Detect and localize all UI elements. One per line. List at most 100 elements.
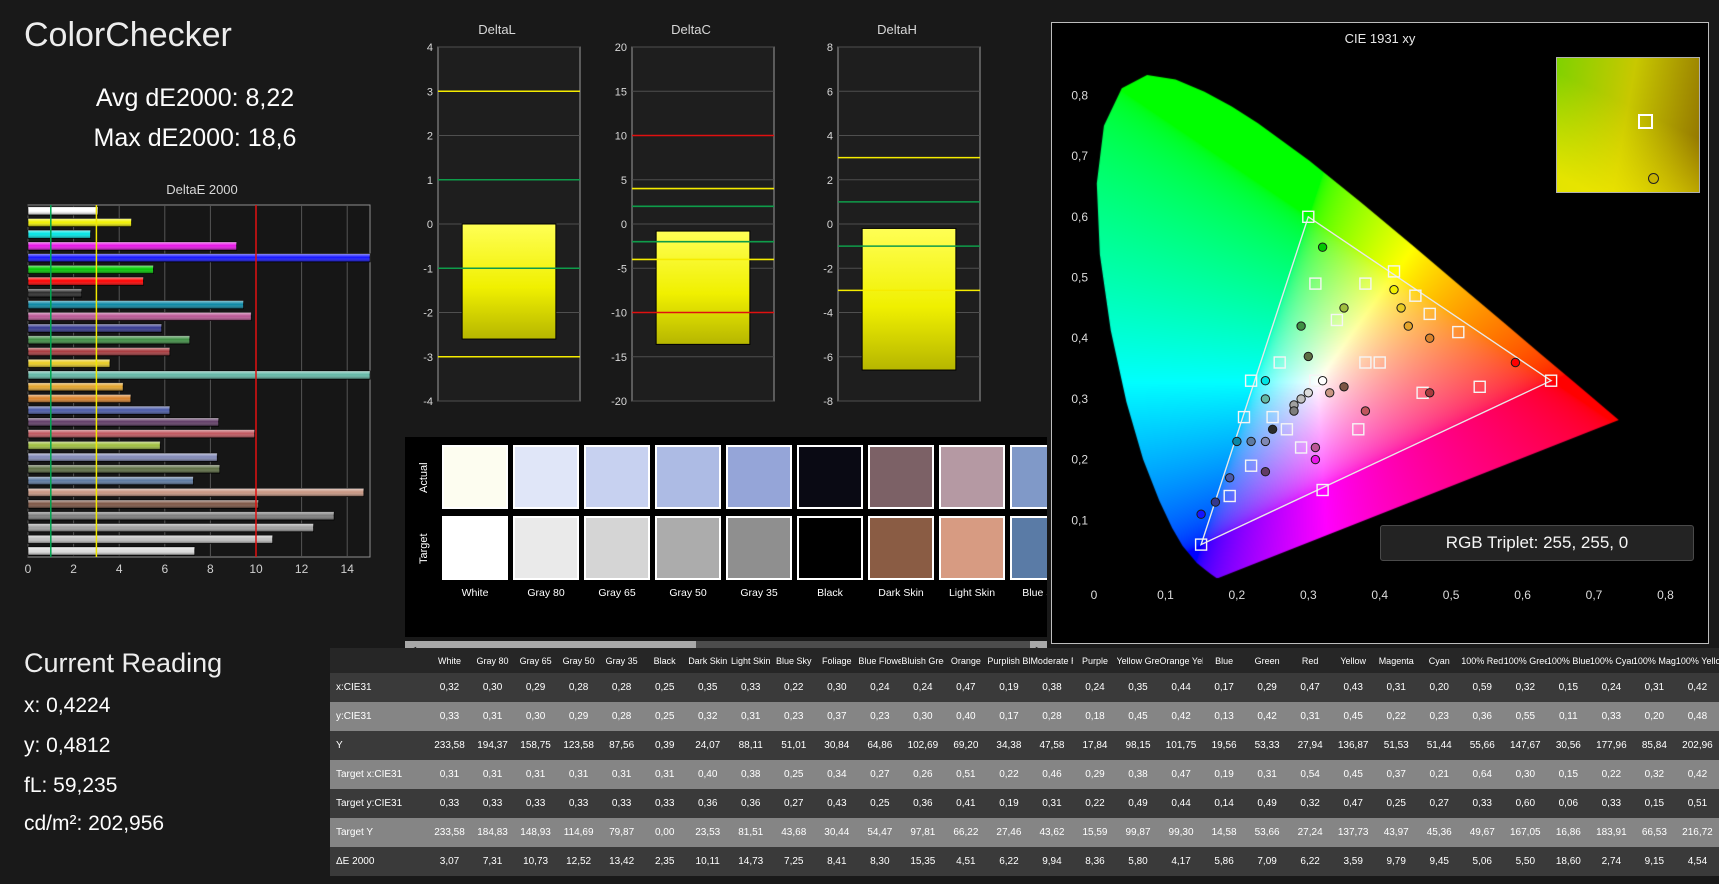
svg-text:-5: -5 [617, 263, 627, 275]
target-swatch [868, 516, 934, 580]
svg-text:4: 4 [116, 562, 123, 576]
table-column-header: Gray 65 [514, 648, 557, 673]
table-cell: 23,53 [686, 818, 729, 847]
table-cell: 0,22 [1590, 760, 1633, 789]
table-column-header: Gray 80 [471, 648, 514, 673]
actual-swatch [655, 445, 721, 509]
table-cell: 16,86 [1547, 818, 1590, 847]
swatch-name-label: Gray 50 [655, 587, 721, 609]
table-cell: 147,67 [1504, 731, 1547, 760]
table-cell: 0,22 [1375, 702, 1418, 731]
table-column-header: Purplish Blue [987, 648, 1030, 673]
avg-de2000-value: Avg dE2000: 8,22 [0, 84, 390, 113]
table-cell: 0,54 [1289, 760, 1332, 789]
table-cell: 0,25 [643, 702, 686, 731]
svg-text:0: 0 [1091, 588, 1098, 602]
table-cell: 0,23 [858, 702, 901, 731]
cie-1931-panel: CIE 1931 xy 00,10,20,30,40,50,60,70,80,1… [1051, 22, 1709, 644]
table-cell: 0,21 [1418, 760, 1461, 789]
table-cell: 0,28 [600, 702, 643, 731]
table-column-header: White [428, 648, 471, 673]
table-column-header: 100% Red [1461, 648, 1504, 673]
table-column-header: Moderate Red [1030, 648, 1073, 673]
svg-text:20: 20 [615, 42, 627, 54]
table-cell: 8,41 [815, 847, 858, 876]
table-cell: 0,33 [428, 702, 471, 731]
table-row: Target y:CIE310,330,330,330,330,330,330,… [330, 789, 1719, 818]
table-cell: 0,64 [1461, 760, 1504, 789]
table-cell: 3,07 [428, 847, 471, 876]
table-cell: 55,66 [1461, 731, 1504, 760]
table-cell: 0,31 [643, 760, 686, 789]
table-cell: 202,96 [1676, 731, 1719, 760]
svg-text:0,1: 0,1 [1157, 588, 1174, 602]
target-swatch [513, 516, 579, 580]
table-cell: 0,28 [557, 673, 600, 702]
table-cell: 10,73 [514, 847, 557, 876]
svg-text:1: 1 [427, 175, 433, 187]
table-cell: 0,42 [1676, 760, 1719, 789]
table-cell: 13,42 [600, 847, 643, 876]
svg-text:0,8: 0,8 [1657, 588, 1674, 602]
table-cell: 66,53 [1633, 818, 1676, 847]
table-cell: 0,49 [1246, 789, 1289, 818]
table-cell: 54,47 [858, 818, 901, 847]
table-cell: 0,36 [686, 789, 729, 818]
table-cell: 0,31 [557, 760, 600, 789]
svg-text:8: 8 [827, 42, 833, 54]
table-cell: 43,97 [1375, 818, 1418, 847]
table-cell: 0,31 [600, 760, 643, 789]
table-cell: 0,19 [987, 673, 1030, 702]
table-cell: 0,31 [729, 702, 772, 731]
table-cell: 9,79 [1375, 847, 1418, 876]
actual-swatch [868, 445, 934, 509]
svg-text:4: 4 [427, 42, 433, 54]
svg-text:10: 10 [615, 131, 627, 143]
table-cell: 0,30 [901, 702, 944, 731]
table-cell: 0,31 [471, 702, 514, 731]
table-column-header: Black [643, 648, 686, 673]
table-cell: 0,33 [643, 789, 686, 818]
table-column-header: Blue [1203, 648, 1246, 673]
table-cell: 88,11 [729, 731, 772, 760]
table-cell: 0,31 [514, 760, 557, 789]
table-cell: 0,25 [643, 673, 686, 702]
table-row: ΔE 20003,077,3110,7312,5213,422,3510,111… [330, 847, 1719, 876]
table-cell: 0,33 [557, 789, 600, 818]
table-cell: 0,27 [858, 760, 901, 789]
swatch-comparison-panel: ActualTargetWhiteGray 80Gray 65Gray 50Gr… [405, 437, 1047, 637]
actual-swatch [797, 445, 863, 509]
table-cell: 0,23 [1418, 702, 1461, 731]
table-cell: 0,59 [1461, 673, 1504, 702]
table-cell: 0,30 [1504, 760, 1547, 789]
swatch-name-label: Black [797, 587, 863, 609]
table-column-header: Gray 35 [600, 648, 643, 673]
table-column-header: Blue Sky [772, 648, 815, 673]
table-cell: 0,37 [1375, 760, 1418, 789]
table-column-header: Gray 50 [557, 648, 600, 673]
svg-text:2: 2 [827, 175, 833, 187]
table-cell: 0,37 [815, 702, 858, 731]
table-column-header: Cyan [1418, 648, 1461, 673]
table-cell: 15,59 [1073, 818, 1116, 847]
table-cell: 8,30 [858, 847, 901, 876]
table-cell: 0,13 [1203, 702, 1246, 731]
table-cell: 0,47 [1289, 673, 1332, 702]
swatch-name-label: Blue Sky [1010, 587, 1047, 609]
cie-chart-title: CIE 1931 xy [1052, 31, 1708, 46]
svg-text:0,7: 0,7 [1586, 588, 1603, 602]
table-cell: 0,31 [471, 760, 514, 789]
measurement-table-container: WhiteGray 80Gray 65Gray 50Gray 35BlackDa… [330, 648, 1719, 884]
svg-text:0,5: 0,5 [1071, 271, 1088, 285]
table-column-header: Purple [1073, 648, 1116, 673]
svg-text:0,4: 0,4 [1371, 588, 1388, 602]
table-row-label: Target y:CIE31 [330, 789, 428, 818]
table-cell: 51,01 [772, 731, 815, 760]
table-cell: 0,30 [471, 673, 514, 702]
svg-text:-4: -4 [823, 308, 833, 320]
deltae-2000-chart: DeltaE 2000 02468101214 [12, 182, 392, 602]
table-cell: 0,18 [1073, 702, 1116, 731]
table-cell: 12,52 [557, 847, 600, 876]
table-cell: 0,47 [1332, 789, 1375, 818]
table-cell: 0,35 [1117, 673, 1160, 702]
